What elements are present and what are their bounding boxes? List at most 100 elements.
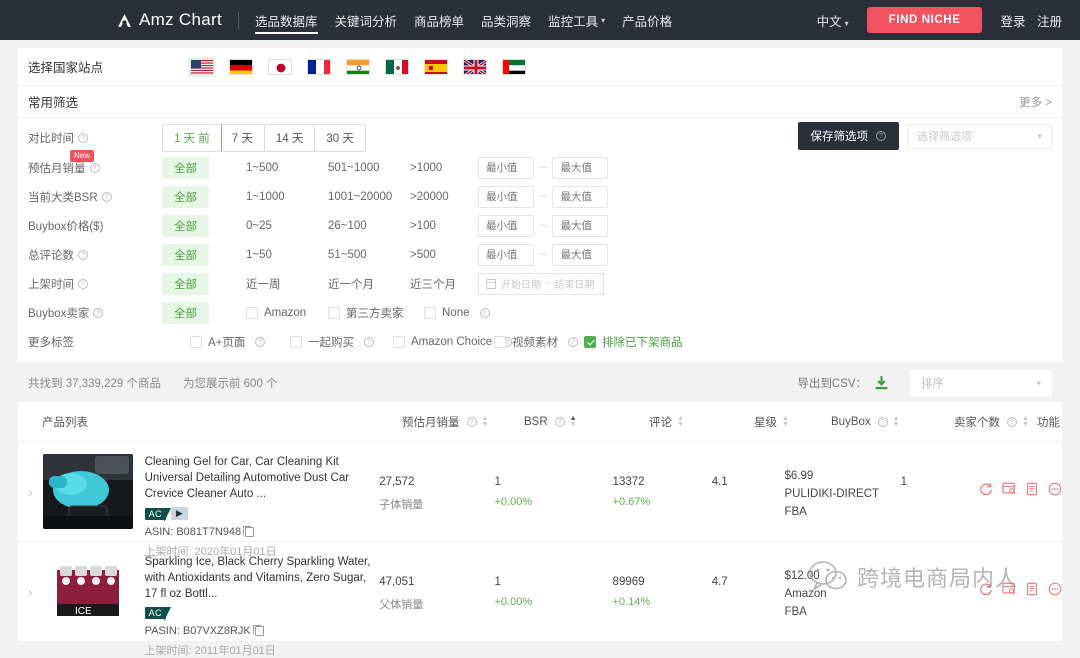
sort-toggle[interactable]: ▲▼ (570, 416, 577, 428)
buybox-price-all[interactable]: 全部 (162, 215, 209, 237)
listing-date-week[interactable]: 近一周 (246, 276, 281, 292)
table-row[interactable]: › Cleaning Gel for Car, Car Cleaning Kit… (18, 442, 1062, 542)
help-icon[interactable]: ? (568, 337, 578, 347)
nav-link-category-insight[interactable]: 品类洞察 (481, 0, 531, 40)
buybox-seller-amazon-checkbox[interactable]: Amazon (246, 307, 306, 319)
product-thumbnail[interactable] (43, 454, 133, 529)
monthly-sales-all[interactable]: 全部 (162, 157, 209, 179)
help-icon[interactable]: ? (102, 192, 112, 202)
row-expand-chevron-icon[interactable]: › (18, 542, 43, 642)
tag-bought-together-checkbox[interactable]: 一起购买 ? (290, 334, 374, 350)
bsr-1001-20000[interactable]: 1001~20000 (328, 191, 392, 203)
flag-de[interactable] (229, 59, 253, 75)
buybox-price-gt-100[interactable]: >100 (410, 220, 436, 232)
help-icon[interactable]: ? (555, 417, 565, 427)
more-filters-link[interactable]: 更多 > (1019, 94, 1052, 110)
nav-link-product-db[interactable]: 选品数据库 (255, 0, 318, 40)
sort-toggle[interactable]: ▲▼ (893, 416, 900, 428)
chart-icon[interactable] (1002, 482, 1016, 496)
sort-toggle[interactable]: ▲▼ (782, 416, 789, 428)
sort-toggle[interactable]: ▲▼ (1022, 416, 1029, 428)
report-icon[interactable] (1025, 482, 1039, 496)
buybox-price-26-100[interactable]: 26~100 (328, 220, 367, 232)
buybox-price-min-input[interactable] (478, 215, 534, 237)
reviews-1-50[interactable]: 1~50 (246, 249, 272, 261)
more-icon[interactable] (1048, 582, 1062, 596)
refresh-icon[interactable] (979, 582, 993, 596)
help-icon[interactable]: ? (78, 250, 88, 260)
listing-date-all[interactable]: 全部 (162, 273, 209, 295)
help-icon[interactable]: ? (78, 279, 88, 289)
bsr-gt-20000[interactable]: >20000 (410, 191, 449, 203)
tag-exclude-delisted-checkbox[interactable]: 排除已下架商品 (584, 334, 683, 350)
buybox-seller-third-party-checkbox[interactable]: 第三方卖家 (328, 305, 404, 321)
tag-aplus-checkbox[interactable]: A+页面 ? (190, 334, 265, 350)
reviews-all[interactable]: 全部 (162, 244, 209, 266)
col-monthly-sales[interactable]: 预估月销量 ? ▲▼ (402, 414, 524, 430)
row-expand-chevron-icon[interactable]: › (18, 442, 43, 542)
bsr-1-1000[interactable]: 1~1000 (246, 191, 285, 203)
flag-fr[interactable] (307, 59, 331, 75)
col-bsr[interactable]: BSR ? ▲▼ (524, 416, 649, 428)
reviews-gt-500[interactable]: >500 (410, 249, 436, 261)
flag-jp[interactable] (268, 59, 292, 75)
export-csv-group[interactable]: 导出到CSV： (797, 375, 888, 391)
flag-es[interactable] (424, 59, 448, 75)
download-icon[interactable] (875, 376, 888, 390)
saved-filter-select[interactable]: 选择筛选项 ▾ (907, 124, 1052, 149)
product-title[interactable]: Cleaning Gel for Car, Car Cleaning Kit U… (145, 454, 372, 502)
reviews-max-input[interactable] (552, 244, 608, 266)
monthly-sales-501-1000[interactable]: 501~1000 (328, 162, 380, 174)
more-icon[interactable] (1048, 482, 1062, 496)
bsr-max-input[interactable] (552, 186, 608, 208)
copy-icon[interactable] (255, 626, 264, 636)
report-icon[interactable] (1025, 582, 1039, 596)
help-icon[interactable]: ? (90, 163, 100, 173)
reviews-51-500[interactable]: 51~500 (328, 249, 367, 261)
flag-uk[interactable] (463, 59, 487, 75)
help-icon[interactable]: ? (93, 308, 103, 318)
monthly-sales-min-input[interactable] (478, 157, 534, 179)
help-icon[interactable]: ? (467, 417, 477, 427)
product-thumbnail[interactable]: ICE (43, 554, 133, 629)
sort-toggle[interactable]: ▲▼ (482, 416, 489, 428)
monthly-sales-gt-1000[interactable]: >1000 (410, 162, 442, 174)
buybox-seller-all[interactable]: 全部 (162, 302, 209, 324)
nav-link-product-ranking[interactable]: 商品榜单 (414, 0, 464, 40)
flag-mx[interactable] (385, 59, 409, 75)
col-seller-count[interactable]: 卖家个数 ? ▲▼ (954, 414, 1037, 430)
listing-date-range-picker[interactable]: 开始日期 - 结束日期 (478, 273, 604, 295)
login-link[interactable]: 登录 (1000, 15, 1025, 29)
chart-icon[interactable] (1002, 582, 1016, 596)
listing-date-3month[interactable]: 近三个月 (410, 276, 456, 292)
help-icon[interactable]: ? (480, 308, 490, 318)
bsr-all[interactable]: 全部 (162, 186, 209, 208)
table-row[interactable]: › ICE Sparkling Ice, Black Cherry Sparkl… (18, 542, 1062, 642)
flag-us[interactable] (190, 59, 214, 75)
help-icon[interactable]: ? (876, 131, 886, 141)
help-icon[interactable]: ? (364, 337, 374, 347)
copy-icon[interactable] (245, 527, 254, 537)
listing-date-month[interactable]: 近一个月 (328, 276, 374, 292)
nav-link-pricing[interactable]: 产品价格 (622, 0, 672, 40)
compare-time-1day[interactable]: 1 天 前 (162, 124, 222, 152)
refresh-icon[interactable] (979, 482, 993, 496)
compare-time-7day[interactable]: 7 天 (221, 125, 265, 151)
product-title[interactable]: Sparkling Ice, Black Cherry Sparkling Wa… (145, 554, 372, 602)
language-switcher[interactable]: 中文▾ (817, 11, 849, 30)
sort-toggle[interactable]: ▲▼ (677, 416, 684, 428)
nav-link-keyword-analysis[interactable]: 关键词分析 (335, 0, 398, 40)
monthly-sales-max-input[interactable] (552, 157, 608, 179)
buybox-price-0-25[interactable]: 0~25 (246, 220, 272, 232)
help-icon[interactable]: ? (1007, 417, 1017, 427)
nav-link-monitor-tools[interactable]: 监控工具▾ (548, 0, 605, 40)
reviews-min-input[interactable] (478, 244, 534, 266)
brand-logo[interactable]: Amz Chart (116, 10, 222, 30)
monthly-sales-1-500[interactable]: 1~500 (246, 162, 278, 174)
flag-ae[interactable] (502, 59, 526, 75)
register-link[interactable]: 注册 (1037, 15, 1062, 29)
help-icon[interactable]: ? (878, 417, 888, 427)
tag-video-checkbox[interactable]: 视频素材 ? (494, 334, 578, 350)
buybox-seller-none-checkbox[interactable]: None ? (424, 307, 490, 319)
flag-in[interactable] (346, 59, 370, 75)
